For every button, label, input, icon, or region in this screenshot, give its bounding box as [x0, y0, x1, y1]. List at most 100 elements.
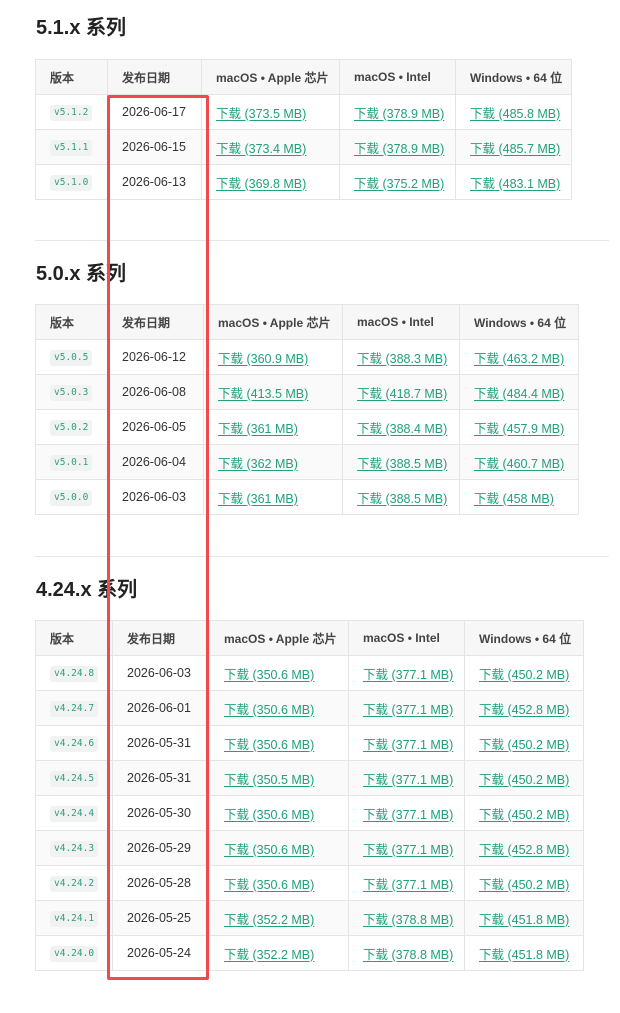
header-windows: Windows • 64 位: [459, 304, 579, 340]
download-link-mac-arm[interactable]: 下载 (350.5 MB): [224, 773, 314, 787]
download-link-windows[interactable]: 下载 (483.1 MB): [470, 177, 560, 191]
download-link-mac-arm[interactable]: 下载 (369.8 MB): [216, 177, 306, 191]
release-date: 2026-05-28: [112, 865, 210, 901]
download-link-mac-arm[interactable]: 下载 (361 MB): [218, 422, 298, 436]
download-link-windows[interactable]: 下载 (450.2 MB): [479, 808, 569, 822]
version-badge: v5.1.0: [50, 174, 93, 191]
download-link-mac-arm[interactable]: 下载 (362 MB): [218, 457, 298, 471]
download-link-windows[interactable]: 下载 (485.8 MB): [470, 107, 560, 121]
section-divider: [35, 556, 609, 557]
version-badge: v5.0.5: [50, 349, 93, 366]
table-row: v4.24.3 2026-05-29 下载 (350.6 MB) 下载 (377…: [35, 830, 584, 866]
download-link-windows[interactable]: 下载 (457.9 MB): [474, 422, 564, 436]
header-mac-arm: macOS • Apple 芯片: [201, 59, 340, 95]
download-link-windows[interactable]: 下载 (452.8 MB): [479, 703, 569, 717]
download-link-mac-intel[interactable]: 下载 (377.1 MB): [363, 878, 453, 892]
release-date: 2026-05-24: [112, 935, 210, 971]
download-link-mac-intel[interactable]: 下载 (377.1 MB): [363, 808, 453, 822]
download-link-windows[interactable]: 下载 (451.8 MB): [479, 948, 569, 962]
version-badge: v5.0.0: [50, 489, 93, 506]
section-divider: [35, 240, 609, 241]
download-link-mac-arm[interactable]: 下载 (361 MB): [218, 492, 298, 506]
section-title: 5.1.x 系列: [36, 17, 127, 39]
header-mac-arm: macOS • Apple 芯片: [209, 620, 349, 656]
download-link-mac-arm[interactable]: 下载 (350.6 MB): [224, 703, 314, 717]
download-link-mac-arm[interactable]: 下载 (413.5 MB): [218, 387, 308, 401]
version-badge: v4.24.6: [50, 735, 99, 752]
version-badge: v4.24.7: [50, 700, 99, 717]
release-date: 2026-06-05: [107, 409, 204, 445]
header-version: 版本: [35, 59, 108, 95]
table-row: v4.24.2 2026-05-28 下载 (350.6 MB) 下载 (377…: [35, 865, 584, 901]
download-link-windows[interactable]: 下载 (450.2 MB): [479, 878, 569, 892]
download-link-windows[interactable]: 下载 (484.4 MB): [474, 387, 564, 401]
download-link-mac-arm[interactable]: 下载 (352.2 MB): [224, 948, 314, 962]
header-windows: Windows • 64 位: [464, 620, 584, 656]
download-link-mac-intel[interactable]: 下载 (388.4 MB): [357, 422, 447, 436]
download-link-mac-intel[interactable]: 下载 (377.1 MB): [363, 703, 453, 717]
download-link-mac-intel[interactable]: 下载 (377.1 MB): [363, 738, 453, 752]
download-link-mac-arm[interactable]: 下载 (360.9 MB): [218, 352, 308, 366]
download-link-mac-arm[interactable]: 下载 (350.6 MB): [224, 738, 314, 752]
download-link-windows[interactable]: 下载 (452.8 MB): [479, 843, 569, 857]
download-link-windows[interactable]: 下载 (450.2 MB): [479, 738, 569, 752]
version-badge: v5.1.2: [50, 104, 93, 121]
section-title: 4.24.x 系列: [36, 579, 138, 601]
version-badge: v4.24.8: [50, 665, 99, 682]
table-row: v5.0.0 2026-06-03 下载 (361 MB) 下载 (388.5 …: [35, 479, 579, 515]
version-badge: v5.0.2: [50, 419, 93, 436]
table-row: v5.1.1 2026-06-15 下载 (373.4 MB) 下载 (378.…: [35, 129, 572, 165]
release-date: 2026-06-03: [112, 655, 210, 691]
download-link-mac-arm[interactable]: 下载 (350.6 MB): [224, 843, 314, 857]
section-title: 5.0.x 系列: [36, 263, 127, 285]
release-date: 2026-05-30: [112, 795, 210, 831]
download-link-mac-arm[interactable]: 下载 (350.6 MB): [224, 668, 314, 682]
download-link-windows[interactable]: 下载 (460.7 MB): [474, 457, 564, 471]
release-date: 2026-06-12: [107, 339, 204, 375]
download-link-windows[interactable]: 下载 (450.2 MB): [479, 668, 569, 682]
download-link-windows[interactable]: 下载 (463.2 MB): [474, 352, 564, 366]
header-mac-intel: macOS • Intel: [342, 304, 460, 340]
download-link-mac-arm[interactable]: 下载 (350.6 MB): [224, 878, 314, 892]
release-date: 2026-05-31: [112, 725, 210, 761]
download-link-windows[interactable]: 下载 (485.7 MB): [470, 142, 560, 156]
download-link-mac-intel[interactable]: 下载 (418.7 MB): [357, 387, 447, 401]
download-link-mac-intel[interactable]: 下载 (377.1 MB): [363, 668, 453, 682]
download-link-mac-intel[interactable]: 下载 (388.5 MB): [357, 457, 447, 471]
download-link-mac-intel[interactable]: 下载 (388.5 MB): [357, 492, 447, 506]
header-mac-intel: macOS • Intel: [339, 59, 456, 95]
download-link-mac-arm[interactable]: 下载 (373.5 MB): [216, 107, 306, 121]
download-link-mac-intel[interactable]: 下载 (378.8 MB): [363, 948, 453, 962]
download-link-mac-intel[interactable]: 下载 (377.1 MB): [363, 843, 453, 857]
version-badge: v5.0.1: [50, 454, 93, 471]
header-version: 版本: [35, 304, 108, 340]
header-version: 版本: [35, 620, 113, 656]
release-date: 2026-06-17: [107, 94, 202, 130]
version-badge: v4.24.2: [50, 875, 99, 892]
download-link-mac-arm[interactable]: 下载 (352.2 MB): [224, 913, 314, 927]
download-link-mac-intel[interactable]: 下载 (388.3 MB): [357, 352, 447, 366]
table-header-row: 版本 发布日期 macOS • Apple 芯片 macOS • Intel W…: [35, 304, 579, 340]
download-link-windows[interactable]: 下载 (451.8 MB): [479, 913, 569, 927]
table-row: v4.24.1 2026-05-25 下载 (352.2 MB) 下载 (378…: [35, 900, 584, 936]
download-link-mac-intel[interactable]: 下载 (378.9 MB): [354, 107, 444, 121]
download-link-mac-intel[interactable]: 下载 (377.1 MB): [363, 773, 453, 787]
download-link-mac-arm[interactable]: 下载 (373.4 MB): [216, 142, 306, 156]
version-badge: v5.0.3: [50, 384, 93, 401]
download-link-mac-intel[interactable]: 下载 (375.2 MB): [354, 177, 444, 191]
download-link-windows[interactable]: 下载 (458 MB): [474, 492, 554, 506]
download-link-mac-intel[interactable]: 下载 (378.8 MB): [363, 913, 453, 927]
table-row: v4.24.5 2026-05-31 下载 (350.5 MB) 下载 (377…: [35, 760, 584, 796]
download-link-windows[interactable]: 下载 (450.2 MB): [479, 773, 569, 787]
table-row: v5.0.5 2026-06-12 下载 (360.9 MB) 下载 (388.…: [35, 339, 579, 375]
table-row: v5.1.2 2026-06-17 下载 (373.5 MB) 下载 (378.…: [35, 94, 572, 130]
header-date: 发布日期: [107, 304, 204, 340]
download-link-mac-arm[interactable]: 下载 (350.6 MB): [224, 808, 314, 822]
version-badge: v4.24.4: [50, 805, 99, 822]
header-date: 发布日期: [107, 59, 202, 95]
table-row: v5.0.3 2026-06-08 下载 (413.5 MB) 下载 (418.…: [35, 374, 579, 410]
table-row: v4.24.4 2026-05-30 下载 (350.6 MB) 下载 (377…: [35, 795, 584, 831]
table-row: v4.24.7 2026-06-01 下载 (350.6 MB) 下载 (377…: [35, 690, 584, 726]
table-row: v5.0.1 2026-06-04 下载 (362 MB) 下载 (388.5 …: [35, 444, 579, 480]
download-link-mac-intel[interactable]: 下载 (378.9 MB): [354, 142, 444, 156]
